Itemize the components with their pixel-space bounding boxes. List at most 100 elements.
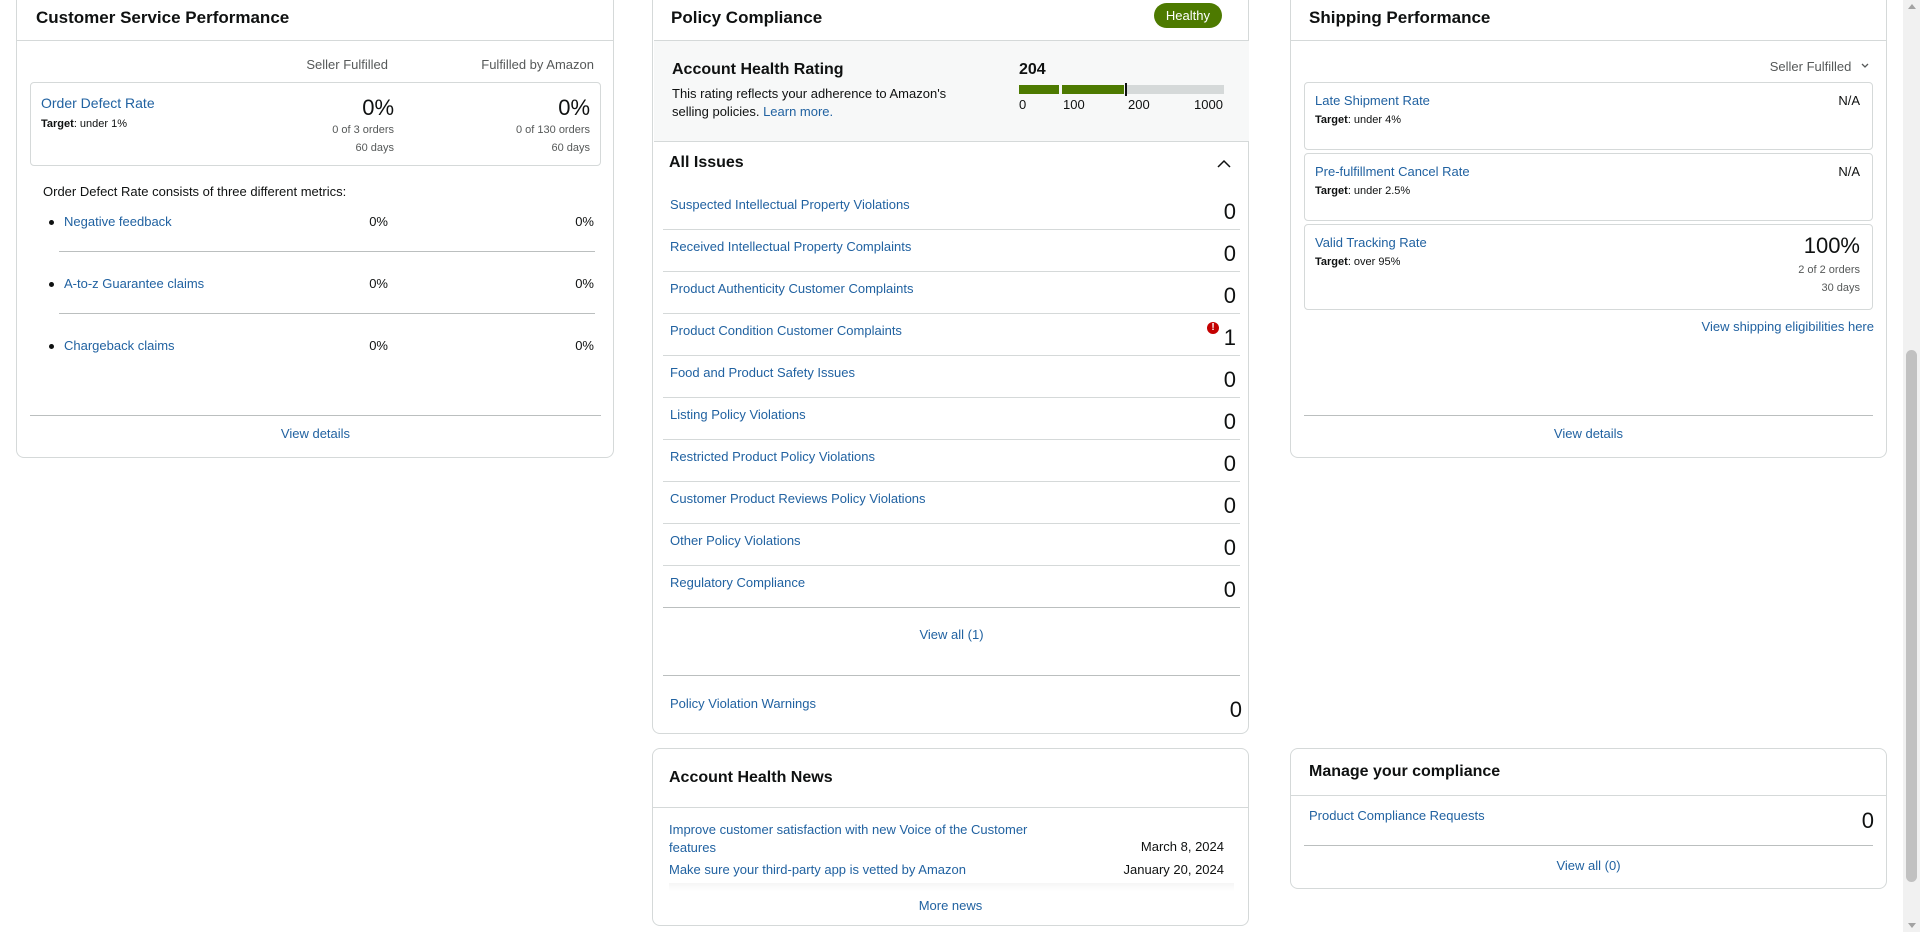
a-to-z-claims-seller: 0% — [369, 276, 388, 291]
issue-link[interactable]: Customer Product Reviews Policy Violatio… — [670, 491, 926, 506]
chargeback-claims-link[interactable]: Chargeback claims — [64, 338, 175, 353]
ahr-bar-segment — [1127, 85, 1224, 94]
issue-row: Regulatory Compliance 0 — [663, 565, 1240, 608]
valid-tracking-orders: 2 of 2 orders — [1798, 264, 1860, 276]
issue-row: Product Condition Customer Complaints ! … — [663, 313, 1240, 356]
cancel-rate-value: N/A — [1838, 164, 1860, 179]
a-to-z-claims-amazon: 0% — [575, 276, 594, 291]
shipping-performance-card: Shipping Performance Seller Fulfilled La… — [1290, 0, 1887, 458]
issue-row: Food and Product Safety Issues 0 — [663, 355, 1240, 398]
all-issues-title: All Issues — [669, 154, 744, 171]
policy-warnings-count: 0 — [1229, 697, 1242, 722]
scale-label-200: 200 — [1128, 97, 1150, 112]
shipping-title: Shipping Performance — [1309, 8, 1491, 27]
odr-link[interactable]: Order Defect Rate — [41, 95, 155, 111]
valid-tracking-link[interactable]: Valid Tracking Rate — [1315, 235, 1427, 250]
manage-compliance-title: Manage your compliance — [1309, 763, 1501, 780]
issue-count: 0 — [1223, 283, 1236, 308]
news-item-date: March 8, 2024 — [1140, 839, 1224, 854]
policy-warnings-link[interactable]: Policy Violation Warnings — [670, 696, 816, 711]
divider — [663, 675, 1240, 676]
late-shipment-link[interactable]: Late Shipment Rate — [1315, 93, 1430, 108]
issue-link[interactable]: Other Policy Violations — [670, 533, 801, 548]
compliance-view-all-link[interactable]: View all (0) — [1291, 858, 1886, 873]
learn-more-link[interactable]: Learn more. — [763, 104, 833, 119]
customer-service-card: Customer Service Performance Seller Fulf… — [16, 0, 614, 458]
fulfillment-filter-dropdown[interactable]: Seller Fulfilled — [1770, 57, 1869, 74]
col-header-amazon: Fulfilled by Amazon — [481, 57, 594, 72]
status-badge: Healthy — [1153, 3, 1222, 28]
scale-label-1000: 1000 — [1194, 97, 1223, 112]
csp-view-details-link[interactable]: View details — [30, 426, 601, 441]
late-shipment-box: Late Shipment Rate Target: under 4% N/A — [1304, 82, 1873, 150]
cancel-rate-link[interactable]: Pre-fulfillment Cancel Rate — [1315, 164, 1470, 179]
issue-link[interactable]: Regulatory Compliance — [670, 575, 805, 590]
divider — [653, 807, 1248, 808]
issue-count: 0 — [1223, 577, 1236, 602]
ahr-scale-bar — [1019, 83, 1224, 96]
divider — [1291, 40, 1886, 41]
issue-count: 0 — [1223, 199, 1236, 224]
ahr-score-marker — [1125, 83, 1127, 96]
sp-view-details-link[interactable]: View details — [1304, 426, 1873, 441]
scroll-thumb[interactable] — [1906, 350, 1917, 882]
divider — [1304, 845, 1873, 846]
issue-row: Customer Product Reviews Policy Violatio… — [663, 481, 1240, 524]
scale-label-0: 0 — [1019, 97, 1027, 112]
issue-count: 0 — [1223, 367, 1236, 392]
divider — [1291, 795, 1886, 796]
odr-seller-orders: 0 of 3 orders — [332, 124, 394, 136]
a-to-z-claims-link[interactable]: A-to-z Guarantee claims — [64, 276, 204, 291]
issue-link[interactable]: Suspected Intellectual Property Violatio… — [670, 197, 910, 212]
bullet — [49, 282, 54, 287]
divider — [1304, 415, 1873, 416]
more-news-link[interactable]: More news — [653, 898, 1248, 913]
manage-compliance-card: Manage your compliance Product Complianc… — [1290, 748, 1887, 889]
odr-seller-days: 60 days — [355, 142, 394, 154]
issue-count: 0 — [1223, 493, 1236, 518]
late-shipment-target: Target: under 4% — [1315, 114, 1402, 126]
news-title: Account Health News — [669, 769, 833, 786]
news-item-link[interactable]: Make sure your third-party app is vetted… — [669, 862, 966, 877]
issue-link[interactable]: Restricted Product Policy Violations — [670, 449, 875, 464]
negative-feedback-amazon: 0% — [575, 214, 594, 229]
scroll-up-arrow-icon[interactable] — [1908, 4, 1916, 9]
customer-service-title: Customer Service Performance — [36, 8, 290, 27]
odr-box: Order Defect Rate Target: under 1% 0% 0 … — [30, 82, 601, 166]
scale-label-100: 100 — [1063, 97, 1085, 112]
late-shipment-value: N/A — [1838, 93, 1860, 108]
issue-row: Product Authenticity Customer Complaints… — [663, 271, 1240, 314]
news-item-date: January 20, 2024 — [1123, 862, 1224, 877]
chargeback-claims-amazon: 0% — [575, 338, 594, 353]
issue-count: 0 — [1223, 409, 1236, 434]
col-header-seller: Seller Fulfilled — [306, 57, 388, 72]
compliance-requests-count: 0 — [1861, 808, 1874, 833]
view-all-issues-link[interactable]: View all (1) — [663, 627, 1240, 642]
issue-count: 0 — [1223, 451, 1236, 476]
chevron-up-icon[interactable] — [1216, 156, 1232, 172]
odr-consists-text: Order Defect Rate consists of three diff… — [43, 184, 347, 199]
bullet — [49, 344, 54, 349]
issue-link[interactable]: Received Intellectual Property Complaint… — [670, 239, 911, 254]
page-scrollbar[interactable] — [1903, 0, 1920, 932]
issue-row: Listing Policy Violations 0 — [663, 397, 1240, 440]
issue-link[interactable]: Product Condition Customer Complaints — [670, 323, 902, 338]
shipping-eligibilities-link[interactable]: View shipping eligibilities here — [1702, 319, 1874, 334]
issue-link[interactable]: Product Authenticity Customer Complaints — [670, 281, 914, 296]
issue-link[interactable]: Listing Policy Violations — [670, 407, 806, 422]
issue-row: Suspected Intellectual Property Violatio… — [663, 187, 1240, 230]
scroll-down-arrow-icon[interactable] — [1908, 923, 1916, 928]
divider — [30, 415, 601, 416]
fulfillment-filter-label: Seller Fulfilled — [1769, 59, 1852, 74]
divider — [59, 251, 595, 252]
negative-feedback-seller: 0% — [369, 214, 388, 229]
compliance-requests-link[interactable]: Product Compliance Requests — [1309, 808, 1485, 823]
policy-compliance-card: Policy Compliance Healthy Account Health… — [652, 0, 1249, 734]
ahr-score: 204 — [1019, 61, 1046, 78]
divider — [59, 313, 595, 314]
negative-feedback-link[interactable]: Negative feedback — [64, 214, 172, 229]
odr-amazon-orders: 0 of 130 orders — [516, 124, 590, 136]
issue-link[interactable]: Food and Product Safety Issues — [670, 365, 855, 380]
news-item-link[interactable]: Improve customer satisfaction with new V… — [669, 821, 1039, 857]
odr-seller-pct: 0% — [362, 95, 394, 120]
